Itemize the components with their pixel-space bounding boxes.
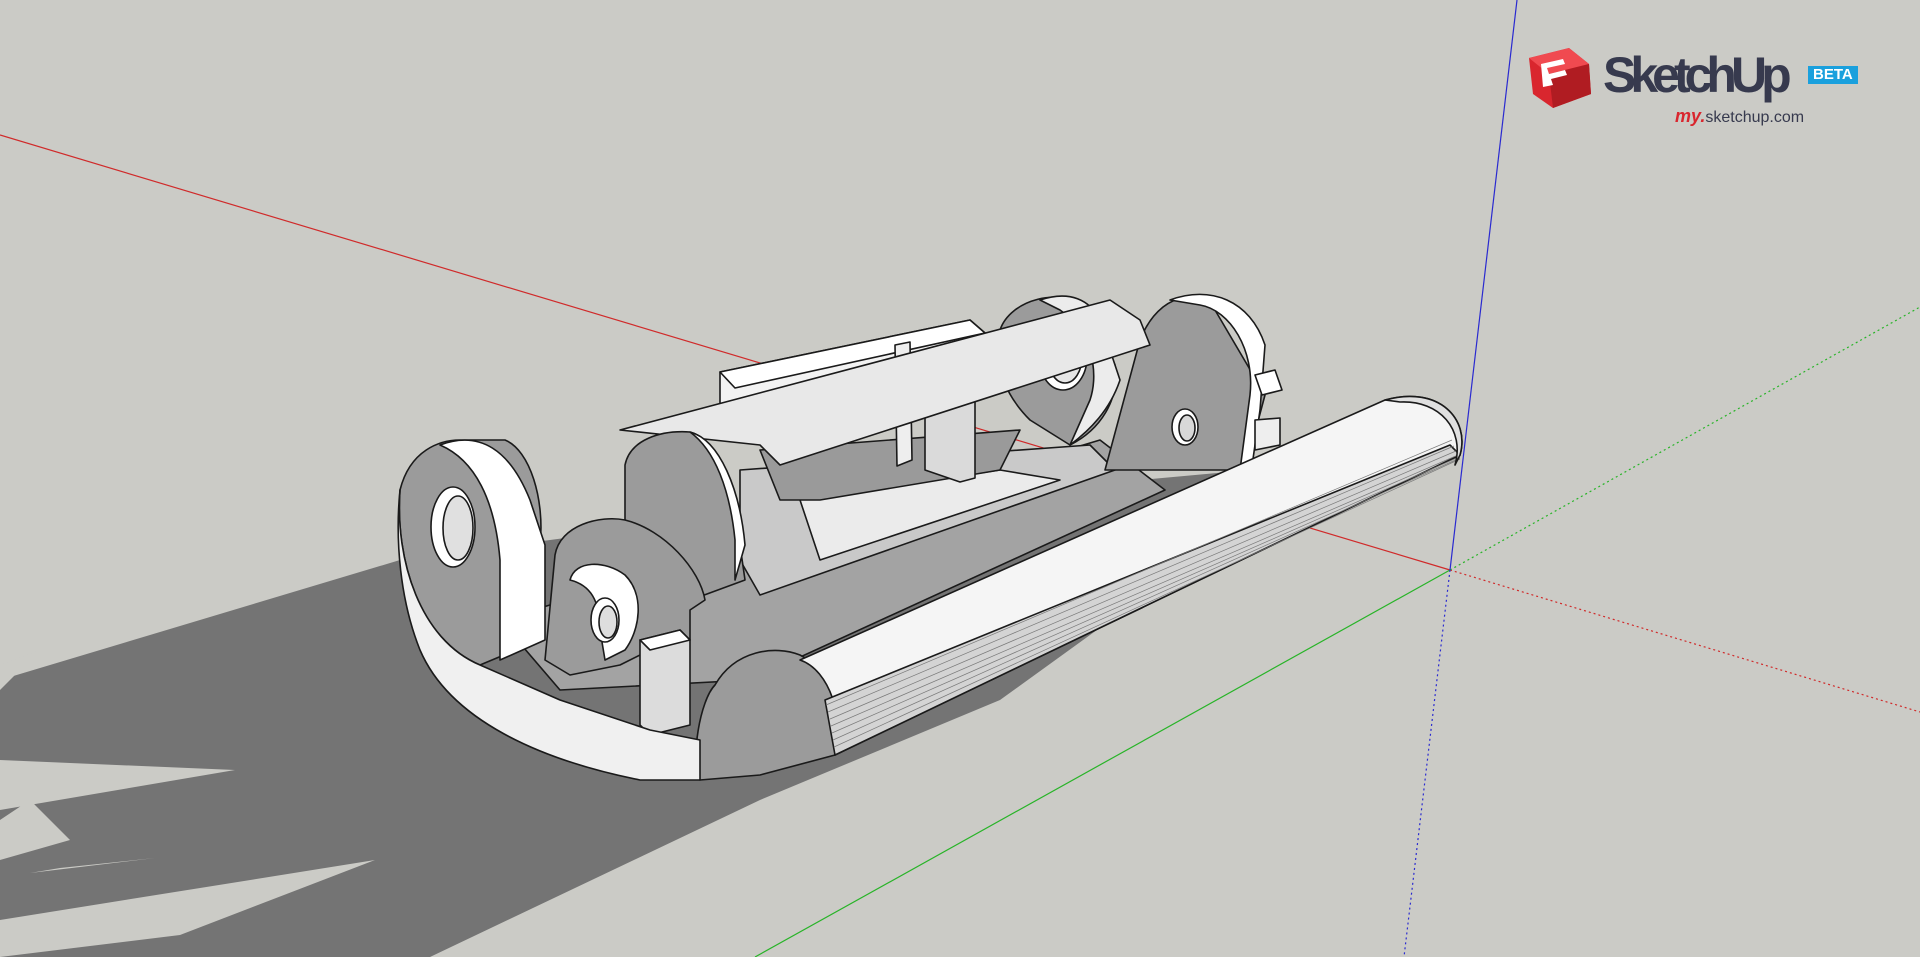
url-domain: sketchup.com — [1705, 109, 1805, 126]
url-prefix: my. — [1675, 106, 1706, 126]
red-axis-hidden — [1449, 569, 1920, 713]
right-hinge-hole-2-inner — [1178, 414, 1196, 442]
sketchup-watermark: SketchUp BETA my.sketchup.com — [1525, 44, 1870, 134]
3d-scene[interactable] — [0, 0, 1920, 957]
sketchup-url: my.sketchup.com — [1675, 106, 1804, 127]
modeling-viewport[interactable]: SketchUp BETA my.sketchup.com — [0, 0, 1920, 957]
right-small-tab — [1254, 417, 1281, 451]
green-axis-hidden — [1449, 306, 1920, 571]
blue-axis-hidden — [1403, 569, 1451, 957]
beta-badge: BETA — [1808, 66, 1858, 84]
sketchup-logo-icon — [1529, 48, 1591, 108]
left-hinge-hole-inner — [442, 495, 474, 561]
3d-model-part[interactable] — [397, 293, 1463, 781]
blue-axis — [1449, 0, 1518, 571]
sketchup-wordmark: SketchUp — [1603, 47, 1792, 103]
clip-hole-inner — [598, 605, 618, 639]
